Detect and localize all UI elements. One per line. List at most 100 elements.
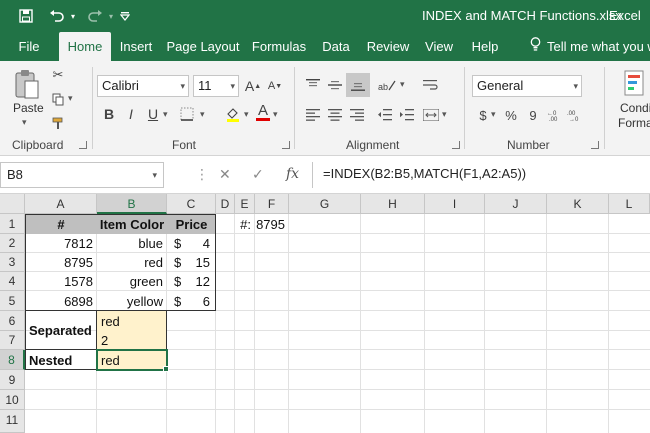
tab-insert[interactable]: Insert xyxy=(114,32,158,61)
column-header-j[interactable]: J xyxy=(485,194,547,214)
cell-b7[interactable]: 2 xyxy=(97,331,167,350)
percent-style-icon[interactable]: % xyxy=(502,105,520,125)
merge-center-icon[interactable] xyxy=(420,105,442,125)
column-header-k[interactable]: K xyxy=(547,194,609,214)
cell-a1[interactable]: # xyxy=(25,214,97,234)
column-header-c[interactable]: C xyxy=(167,194,216,214)
tab-help[interactable]: Help xyxy=(468,32,502,61)
tab-review[interactable]: Review xyxy=(364,32,412,61)
row-header-10[interactable]: 10 xyxy=(0,390,25,410)
align-middle-icon[interactable] xyxy=(324,75,346,95)
column-header-b[interactable]: B xyxy=(97,194,167,214)
row-header-8[interactable]: 8 xyxy=(0,350,25,370)
column-header-i[interactable]: I xyxy=(425,194,485,214)
cell-c4[interactable]: 12 xyxy=(186,272,214,291)
cell-a5[interactable]: 6898 xyxy=(25,291,97,311)
column-header-g[interactable]: G xyxy=(289,194,361,214)
row-header-3[interactable]: 3 xyxy=(0,253,25,272)
font-color-dropdown-icon[interactable]: ▾ xyxy=(273,109,278,120)
underline-dropdown-icon[interactable]: ▾ xyxy=(163,109,168,120)
row-header-7[interactable]: 7 xyxy=(0,331,25,350)
column-header-f[interactable]: F xyxy=(255,194,289,214)
row-header-5[interactable]: 5 xyxy=(0,291,25,311)
merge-dropdown-icon[interactable]: ▾ xyxy=(442,109,447,120)
cell-b3[interactable]: red xyxy=(97,253,167,272)
font-color-icon[interactable]: A xyxy=(254,101,272,123)
column-header-h[interactable]: H xyxy=(361,194,425,214)
tab-page-layout[interactable]: Page Layout xyxy=(166,32,240,61)
cell-a2[interactable]: 7812 xyxy=(25,234,97,253)
number-format-combo[interactable]: General ▾ xyxy=(472,75,582,97)
paste-label[interactable]: Paste xyxy=(13,101,44,115)
cell-a8[interactable]: Nested xyxy=(25,350,97,370)
row-header-9[interactable]: 9 xyxy=(0,370,25,390)
number-launcher-icon[interactable] xyxy=(591,141,599,149)
decrease-decimal-icon[interactable]: .00 →0 xyxy=(566,105,584,125)
cell-b4[interactable]: green xyxy=(97,272,167,291)
cell-a4[interactable]: 1578 xyxy=(25,272,97,291)
font-size-combo[interactable]: 11 ▾ xyxy=(193,75,239,97)
italic-button[interactable]: I xyxy=(122,103,140,125)
shrink-font-icon[interactable]: A ▼ xyxy=(266,75,284,97)
formula-input[interactable]: =INDEX(B2:B5,MATCH(F1,A2:A5)) xyxy=(312,162,650,188)
tab-home[interactable]: Home xyxy=(59,32,111,61)
insert-function-icon[interactable]: fx xyxy=(286,166,299,182)
align-bottom-icon[interactable] xyxy=(346,73,370,97)
cut-icon[interactable]: ✂ xyxy=(50,67,66,83)
cancel-icon[interactable]: ✕ xyxy=(219,166,231,183)
cell-b1[interactable]: Item Color xyxy=(97,214,167,234)
redo-dropdown-icon[interactable]: ▾ xyxy=(106,7,116,25)
conditional-formatting-icon[interactable] xyxy=(620,67,650,101)
column-header-a[interactable]: A xyxy=(25,194,97,214)
tell-me-box[interactable]: Tell me what you wa xyxy=(530,32,650,61)
copy-icon[interactable] xyxy=(50,91,66,107)
cell-c3[interactable]: 15 xyxy=(186,253,214,272)
font-launcher-icon[interactable] xyxy=(282,141,290,149)
accounting-format-icon[interactable]: $ xyxy=(474,105,492,125)
select-all-corner[interactable] xyxy=(0,194,25,214)
column-header-d[interactable]: D xyxy=(216,194,235,214)
cell-c2[interactable]: 4 xyxy=(186,234,214,253)
align-center-icon[interactable] xyxy=(324,105,346,125)
clipboard-launcher-icon[interactable] xyxy=(79,141,87,149)
grow-font-icon[interactable]: A ▲ xyxy=(244,75,262,97)
conditional-formatting-label-1[interactable]: Condi xyxy=(620,101,650,115)
tab-file[interactable]: File xyxy=(12,32,46,61)
align-left-icon[interactable] xyxy=(302,105,324,125)
cell-a3[interactable]: 8795 xyxy=(25,253,97,272)
paste-icon[interactable] xyxy=(12,67,42,101)
customize-qat-icon[interactable] xyxy=(118,7,132,25)
cell-f1[interactable]: 8795 xyxy=(255,214,289,234)
bold-button[interactable]: B xyxy=(100,103,118,125)
orientation-icon[interactable]: ab xyxy=(374,75,400,95)
worksheet-grid[interactable]: A B C D E F G H I J K L 1 2 3 4 5 6 7 8 … xyxy=(0,194,650,433)
increase-indent-icon[interactable] xyxy=(396,105,418,125)
wrap-text-icon[interactable] xyxy=(420,75,442,95)
conditional-formatting-label-2[interactable]: Forma xyxy=(618,116,650,130)
cell-a6[interactable]: Separated xyxy=(25,311,97,350)
cell-c5[interactable]: 6 xyxy=(186,291,214,311)
cell-b2[interactable]: blue xyxy=(97,234,167,253)
name-box[interactable]: B8 ▾ xyxy=(0,162,164,188)
row-header-11[interactable]: 11 xyxy=(0,410,25,433)
cell-b6[interactable]: red xyxy=(97,311,167,331)
column-header-l[interactable]: L xyxy=(609,194,650,214)
fill-handle[interactable] xyxy=(163,366,169,372)
fill-color-icon[interactable] xyxy=(222,103,244,125)
align-right-icon[interactable] xyxy=(346,105,368,125)
row-header-6[interactable]: 6 xyxy=(0,311,25,331)
enter-icon[interactable]: ✓ xyxy=(252,166,264,183)
alignment-launcher-icon[interactable] xyxy=(452,141,460,149)
font-name-combo[interactable]: Calibri ▾ xyxy=(97,75,189,97)
row-header-2[interactable]: 2 xyxy=(0,234,25,253)
orientation-dropdown-icon[interactable]: ▾ xyxy=(400,79,405,90)
column-header-e[interactable]: E xyxy=(235,194,255,214)
redo-icon[interactable] xyxy=(84,7,106,25)
borders-dropdown-icon[interactable]: ▾ xyxy=(200,109,205,120)
save-icon[interactable] xyxy=(16,7,36,25)
tab-formulas[interactable]: Formulas xyxy=(250,32,308,61)
increase-decimal-icon[interactable]: ←0.00 xyxy=(546,105,564,125)
row-header-4[interactable]: 4 xyxy=(0,272,25,291)
undo-dropdown-icon[interactable]: ▾ xyxy=(68,7,78,25)
undo-icon[interactable] xyxy=(46,7,68,25)
